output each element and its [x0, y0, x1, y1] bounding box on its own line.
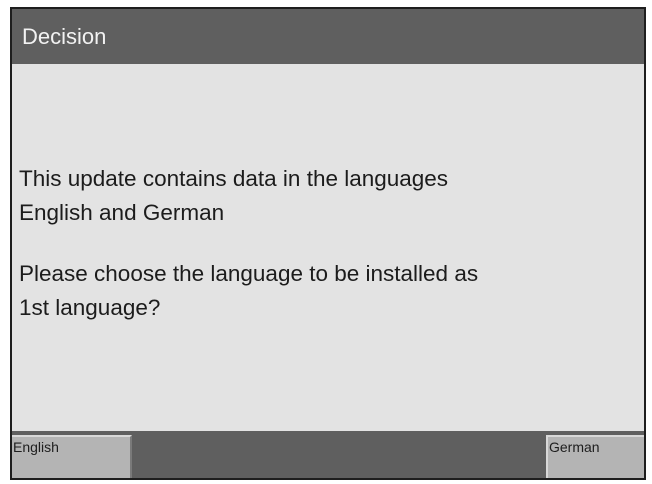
decision-dialog: Decision This update contains data in th…: [10, 7, 646, 480]
english-button[interactable]: English: [12, 435, 132, 478]
german-button[interactable]: German: [546, 435, 644, 478]
dialog-title: Decision: [12, 9, 644, 64]
language-question-text: Please choose the language to be install…: [19, 261, 479, 320]
dialog-message-area: This update contains data in the languag…: [12, 64, 644, 430]
update-info-text: This update contains data in the languag…: [19, 166, 449, 225]
softkey-bar: English German: [12, 431, 644, 478]
